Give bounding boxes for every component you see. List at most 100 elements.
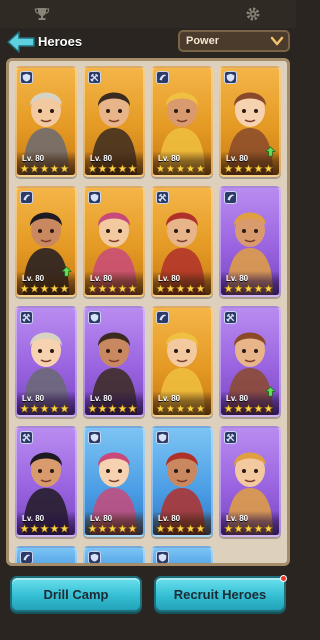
- hero-card[interactable]: [151, 546, 213, 563]
- star-icon: [254, 284, 263, 293]
- star-icon: [244, 164, 253, 173]
- hero-stars: [20, 524, 69, 533]
- hero-card[interactable]: [15, 546, 77, 563]
- shield-class-icon: [224, 71, 237, 84]
- star-icon: [156, 164, 165, 173]
- star-icon: [40, 404, 49, 413]
- upgrade-arrow-icon: [61, 266, 72, 277]
- star-icon: [166, 164, 175, 173]
- drill-camp-button[interactable]: Drill Camp: [10, 576, 142, 612]
- star-icon: [88, 284, 97, 293]
- star-icon: [176, 284, 185, 293]
- sword-class-icon: [88, 71, 101, 84]
- hero-stars: [88, 164, 137, 173]
- magic-class-icon: [20, 551, 33, 563]
- sword-class-icon: [20, 431, 33, 444]
- hero-card[interactable]: Lv. 80: [151, 66, 213, 177]
- hero-card[interactable]: Lv. 80: [219, 306, 281, 417]
- star-icon: [234, 284, 243, 293]
- hero-stars: [156, 284, 205, 293]
- hero-card[interactable]: Lv. 80: [15, 306, 77, 417]
- hero-card[interactable]: Lv. 80: [15, 426, 77, 537]
- star-icon: [40, 284, 49, 293]
- hero-stars: [20, 164, 69, 173]
- hero-level: Lv. 80: [226, 274, 249, 283]
- sword-class-icon: [20, 311, 33, 324]
- hero-stars: [88, 284, 137, 293]
- hero-card[interactable]: Lv. 80: [83, 306, 145, 417]
- hero-level: Lv. 80: [90, 274, 113, 283]
- upgrade-arrow-icon: [265, 386, 276, 397]
- recruit-heroes-label: Recruit Heroes: [173, 586, 267, 602]
- hero-card[interactable]: Lv. 80: [151, 186, 213, 297]
- hero-level: Lv. 80: [158, 514, 181, 523]
- trophy-icon[interactable]: [34, 6, 50, 22]
- star-icon: [40, 164, 49, 173]
- star-icon: [196, 404, 205, 413]
- hero-stars: [88, 524, 137, 533]
- hero-card[interactable]: Lv. 80: [15, 186, 77, 297]
- star-icon: [128, 404, 137, 413]
- hero-card[interactable]: [83, 546, 145, 563]
- star-icon: [186, 284, 195, 293]
- sword-class-icon: [156, 191, 169, 204]
- hero-stars: [224, 404, 273, 413]
- star-icon: [50, 524, 59, 533]
- hero-card[interactable]: Lv. 80: [151, 426, 213, 537]
- hero-card[interactable]: Lv. 80: [219, 186, 281, 297]
- star-icon: [264, 524, 273, 533]
- hero-card[interactable]: Lv. 80: [83, 186, 145, 297]
- star-icon: [50, 404, 59, 413]
- star-icon: [118, 524, 127, 533]
- hero-level: Lv. 80: [22, 274, 45, 283]
- hero-stars: [224, 164, 273, 173]
- hero-stars: [20, 404, 69, 413]
- hero-card[interactable]: Lv. 80: [83, 426, 145, 537]
- star-icon: [60, 284, 69, 293]
- star-icon: [20, 284, 29, 293]
- star-icon: [254, 164, 263, 173]
- star-icon: [50, 284, 59, 293]
- star-icon: [98, 524, 107, 533]
- chevron-down-icon: [270, 36, 284, 46]
- notification-dot: [280, 575, 287, 582]
- hero-card[interactable]: Lv. 80: [151, 306, 213, 417]
- star-icon: [176, 164, 185, 173]
- star-icon: [20, 164, 29, 173]
- star-icon: [264, 164, 273, 173]
- hero-stars: [156, 164, 205, 173]
- sort-dropdown[interactable]: Power: [178, 30, 290, 52]
- star-icon: [176, 524, 185, 533]
- hero-level: Lv. 80: [22, 394, 45, 403]
- hero-stars: [156, 524, 205, 533]
- hero-card[interactable]: Lv. 80: [15, 66, 77, 177]
- star-icon: [186, 524, 195, 533]
- hero-card[interactable]: Lv. 80: [83, 66, 145, 177]
- star-icon: [166, 284, 175, 293]
- recruit-heroes-button[interactable]: Recruit Heroes: [154, 575, 287, 612]
- star-icon: [128, 524, 137, 533]
- hero-level: Lv. 80: [226, 394, 249, 403]
- hero-card[interactable]: Lv. 80: [219, 426, 281, 537]
- star-icon: [128, 164, 137, 173]
- hero-card[interactable]: Lv. 80: [219, 66, 281, 177]
- star-icon: [98, 404, 107, 413]
- hero-level: Lv. 80: [90, 394, 113, 403]
- magic-class-icon: [224, 191, 237, 204]
- star-icon: [224, 164, 233, 173]
- star-icon: [60, 404, 69, 413]
- star-icon: [234, 164, 243, 173]
- star-icon: [224, 524, 233, 533]
- star-icon: [244, 524, 253, 533]
- star-icon: [30, 404, 39, 413]
- shield-class-icon: [88, 191, 101, 204]
- gear-icon[interactable]: [245, 6, 261, 22]
- star-icon: [88, 164, 97, 173]
- star-icon: [186, 404, 195, 413]
- shield-class-icon: [88, 431, 101, 444]
- star-icon: [166, 524, 175, 533]
- magic-class-icon: [20, 191, 33, 204]
- heroes-panel: Lv. 80 Lv. 80 Lv. 80 Lv. 80 Lv. 80 Lv. 8…: [6, 58, 290, 566]
- sort-dropdown-value: Power: [186, 35, 220, 47]
- back-arrow-icon[interactable]: [6, 30, 36, 54]
